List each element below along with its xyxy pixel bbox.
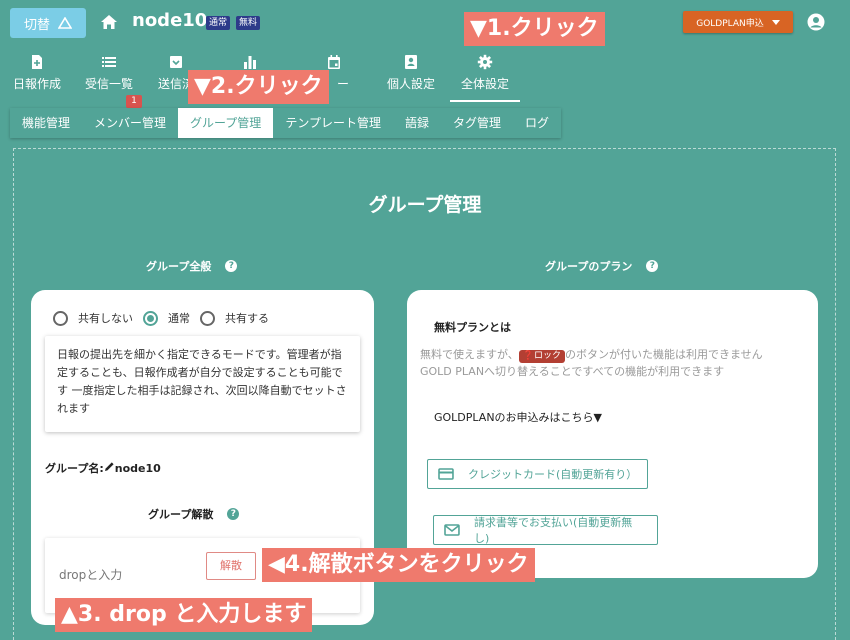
invoice-payment-button[interactable]: 請求書等でお支払い(自動更新無し) [433, 515, 658, 545]
subtab-logs[interactable]: ログ [513, 108, 561, 138]
home-icon[interactable] [100, 13, 118, 31]
group-plan-heading: グループのプラン ? [545, 258, 659, 274]
top-bar: 切替 node10 通常 無料 GOLDPLAN申込 [0, 0, 850, 46]
lock-badge: ❓ロック [518, 350, 566, 363]
help-icon[interactable]: ? [646, 260, 659, 272]
subtab-members[interactable]: メンバー管理 [82, 108, 178, 138]
credit-card-button[interactable]: クレジットカード(自動更新有り） [427, 459, 648, 489]
caret-down-icon [771, 19, 780, 25]
share-mode-radio-group: 共有しない 通常 共有する [53, 310, 279, 326]
bar-chart-icon [244, 56, 256, 69]
radio-normal[interactable] [143, 310, 158, 326]
invoice-label: 請求書等でお支払い(自動更新無し) [473, 516, 633, 545]
subtab-groups[interactable]: グループ管理 [178, 108, 274, 138]
id-card-icon [405, 55, 417, 69]
subtab-templates[interactable]: テンプレート管理 [273, 108, 393, 138]
free-plan-description: 無料で使えますが、 ❓ロック のボタンが付いた機能は利用できません GOLD PLA… [420, 346, 763, 380]
subtab-features[interactable]: 機能管理 [10, 108, 82, 138]
switch-label: 切替 [23, 17, 50, 33]
plan-badge-normal: 通常 [206, 16, 231, 30]
node-title: node10 [132, 10, 208, 31]
plan-badge-free: 無料 [236, 16, 261, 30]
subtab-tags[interactable]: タグ管理 [441, 108, 513, 138]
page-title: グループ管理 [368, 194, 482, 216]
pencil-icon[interactable] [104, 461, 115, 472]
group-name-row: グループ名: node10 [45, 460, 161, 476]
switch-button[interactable]: 切替 [10, 8, 86, 38]
group-plan-title: グループのプラン [545, 260, 633, 273]
triangle-icon [58, 17, 72, 29]
free-plan-title: 無料プランとは [434, 321, 511, 334]
radio-no-share[interactable] [53, 310, 68, 326]
annotation-step1: ▼1.クリック [464, 12, 605, 46]
annotation-step4: ◀4.解散ボタンをクリック [262, 548, 535, 582]
nav-label: 日報作成 [13, 77, 62, 91]
plan-text: GOLD PLANへ切り替えることですべての機能が利用できます [420, 365, 725, 378]
mode-description: 日報の提出先を細かく指定できるモードです。管理者が指定することも、日報作成者が自… [45, 336, 360, 432]
list-icon [102, 57, 116, 67]
inbox-count-badge: 1 [126, 95, 142, 108]
nav-item-global-settings[interactable]: 全体設定 [450, 50, 520, 102]
nav-label: 受信一覧 [85, 77, 134, 91]
radio-share[interactable] [200, 310, 215, 326]
gear-icon [477, 54, 493, 70]
group-general-heading: グループ全般 ? [146, 258, 238, 274]
mail-icon [444, 524, 460, 536]
radio-label: 共有する [225, 312, 269, 325]
goldplan-apply-text: GOLDPLANのお申込みはこちら▼ [434, 411, 603, 424]
radio-label: 通常 [168, 312, 190, 325]
group-plan-card: 無料プランとは 無料で使えますが、 ❓ロック のボタンが付いた機能は利用できません … [407, 290, 818, 578]
credit-card-icon [438, 468, 454, 480]
group-general-title: グループ全般 [146, 260, 212, 273]
settings-subtabs: 機能管理 メンバー管理 グループ管理 テンプレート管理 語録 タグ管理 ログ [10, 108, 562, 138]
nav-item-inbox[interactable]: 受信一覧 [85, 50, 134, 102]
credit-card-label: クレジットカード(自動更新有り） [467, 468, 638, 481]
dissolve-title: グループ解散 [148, 508, 214, 521]
goldplan-label: GOLDPLAN申込 [696, 18, 764, 29]
calendar-icon [328, 55, 340, 69]
help-icon[interactable]: ? [227, 508, 240, 520]
help-icon[interactable]: ? [225, 260, 238, 272]
nav-label: ー [337, 77, 350, 91]
group-name-label: グループ名: [45, 462, 104, 475]
plan-text: のボタンが付いた機能は利用できません [565, 348, 763, 361]
annotation-step2: ▼2.クリック [188, 70, 329, 104]
radio-label: 共有しない [78, 312, 133, 325]
nav-item-personal-settings[interactable]: 個人設定 [387, 50, 436, 102]
dissolve-button[interactable]: 解散 [206, 552, 256, 580]
subtab-vocabulary[interactable]: 語録 [393, 108, 441, 138]
plan-text: 無料で使えますが、 [420, 348, 519, 361]
nav-item-daily-report[interactable]: 日報作成 [13, 50, 62, 102]
group-name-value: node10 [114, 462, 161, 475]
nav-label: 個人設定 [387, 77, 436, 91]
user-account-icon[interactable] [807, 13, 825, 31]
dissolve-heading: グループ解散 ? [148, 506, 240, 522]
nav-label: 全体設定 [460, 77, 509, 91]
drop-confirm-input[interactable]: dropと入力 [59, 566, 122, 583]
file-add-icon [32, 55, 42, 69]
goldplan-apply-button[interactable]: GOLDPLAN申込 [683, 11, 793, 33]
archive-icon [170, 56, 182, 68]
lock-label: ロック [534, 351, 562, 361]
annotation-step3: ▲3. drop と入力します [55, 598, 313, 632]
